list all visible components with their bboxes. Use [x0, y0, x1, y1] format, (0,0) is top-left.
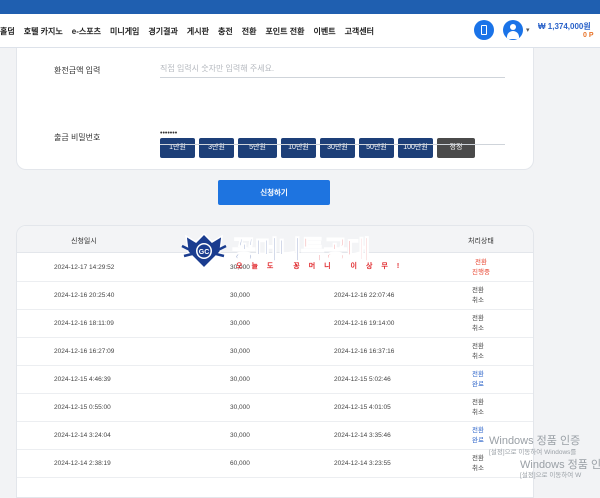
- chevron-down-icon[interactable]: ▾: [526, 26, 530, 34]
- cell-amount: 30,000: [230, 320, 250, 327]
- cell-amount: 30,000: [230, 432, 250, 439]
- cell-requested: 2024-12-14 3:24:04: [54, 432, 111, 439]
- top-bar: [0, 0, 600, 14]
- nav-item[interactable]: 게시판: [187, 26, 209, 37]
- table-row: 2024-12-15 0:55:00 30,000 2024-12-15 4:01:…: [17, 394, 533, 422]
- table-row: 2024-12-14 3:24:04 30,000 2024-12-14 3:35:…: [17, 422, 533, 450]
- cell-status: 전환취소: [472, 314, 484, 334]
- cell-requested: 2024-12-14 2:38:19: [54, 460, 111, 467]
- status-badge: 취소: [472, 409, 484, 416]
- status-type: 전환: [472, 427, 484, 434]
- status-badge: 취소: [472, 465, 484, 472]
- table-row: 2024-12-16 20:25:40 30,000 2024-12-16 22:0…: [17, 282, 533, 310]
- cell-status: 전환취소: [472, 342, 484, 362]
- logo-tagline: 오늘도 꽁머니 이상무!: [236, 263, 409, 270]
- nav-item[interactable]: 전환: [242, 26, 257, 37]
- activation-watermark-text-2: [설정]으로 이동하여 W: [520, 472, 582, 479]
- table-row: 2024-12-16 16:27:09 30,000 2024-12-16 16:3…: [17, 338, 533, 366]
- nav-menu: 홀덤 호텔 카지노 e-스포츠 미니게임 경기결과 게시판 충전 전환 포인트 전환 이벤트 고객센…: [0, 14, 383, 48]
- nav-item[interactable]: 충전: [218, 26, 233, 37]
- user-avatar-icon[interactable]: [503, 20, 523, 40]
- cell-requested: 2024-12-17 14:29:52: [54, 264, 115, 271]
- submit-button[interactable]: 신청하기: [218, 180, 330, 205]
- status-badge: 취소: [472, 353, 484, 360]
- status-type: 전환: [472, 287, 484, 294]
- cell-requested: 2024-12-16 16:27:09: [54, 348, 115, 355]
- table-row: 2024-12-15 4:46:39 30,000 2024-12-15 5:02:…: [17, 366, 533, 394]
- cell-amount: 30,000: [230, 376, 250, 383]
- status-badge: 완료: [472, 381, 484, 388]
- cell-requested: 2024-12-15 4:46:39: [54, 376, 111, 383]
- status-type: 전환: [472, 315, 484, 322]
- cell-processed: 2024-12-14 3:23:55: [334, 460, 391, 467]
- cell-amount: 60,000: [230, 460, 250, 467]
- site-logo: GC 꽁머니특공대 오늘도 꽁머니 이상무!: [180, 230, 420, 274]
- nav-item[interactable]: 미니게임: [110, 26, 139, 37]
- cell-status: 전환취소: [472, 398, 484, 418]
- shield-emblem-icon: GC: [181, 232, 227, 270]
- header-status: 처리상태: [468, 238, 494, 245]
- cell-requested: 2024-12-16 20:25:40: [54, 292, 115, 299]
- status-badge: 진행중: [472, 269, 490, 276]
- amount-input[interactable]: 직접 입력시 숫자만 입력해 주세요.: [160, 63, 505, 78]
- status-type: 전환: [472, 399, 484, 406]
- cell-requested: 2024-12-15 0:55:00: [54, 404, 111, 411]
- cell-status: 전환진행중: [472, 258, 490, 278]
- nav-item[interactable]: e-스포츠: [72, 26, 101, 37]
- status-badge: 취소: [472, 325, 484, 332]
- nav-item[interactable]: 고객센터: [345, 26, 374, 37]
- phone-icon[interactable]: [474, 20, 494, 40]
- cell-amount: 30,000: [230, 404, 250, 411]
- table-row: 2024-12-16 18:11:09 30,000 2024-12-16 19:1…: [17, 310, 533, 338]
- nav-item[interactable]: 경기결과: [148, 26, 177, 37]
- activation-watermark-text: [설정]으로 이동하여 Windows를: [489, 449, 577, 456]
- status-type: 전환: [472, 455, 484, 462]
- status-type: 전환: [472, 343, 484, 350]
- amount-label: 환전금액 입력: [54, 66, 101, 75]
- cell-status: 전환취소: [472, 454, 484, 474]
- main-navigation: 홀덤 호텔 카지노 e-스포츠 미니게임 경기결과 게시판 충전 전환 포인트 전환 이벤트 고객센…: [0, 14, 600, 48]
- cell-processed: 2024-12-16 16:37:16: [334, 348, 395, 355]
- cell-amount: 30,000: [230, 348, 250, 355]
- cell-processed: 2024-12-15 4:01:05: [334, 404, 391, 411]
- cell-status: 전환완료: [472, 426, 484, 446]
- exchange-form: 환전금액 입력 직접 입력시 숫자만 입력해 주세요. 1만원 3만원 5만원 10만…: [16, 48, 534, 170]
- cell-status: 전환완료: [472, 370, 484, 390]
- table-row: 2024-12-14 2:38:19 60,000 2024-12-14 3:23:…: [17, 450, 533, 478]
- cell-processed: 2024-12-15 5:02:46: [334, 376, 391, 383]
- header-requested: 신청일시: [71, 238, 97, 245]
- password-label: 출금 비밀번호: [54, 133, 101, 142]
- balance-display: ₩ 1,374,000원: [538, 22, 591, 31]
- nav-item[interactable]: 호텔 카지노: [24, 26, 63, 37]
- nav-item[interactable]: 홀덤: [0, 26, 15, 37]
- cell-requested: 2024-12-16 18:11:09: [54, 320, 114, 327]
- status-badge: 완료: [472, 437, 484, 444]
- status-type: 전환: [474, 259, 487, 266]
- logo-badge: GC: [199, 249, 210, 256]
- cell-processed: 2024-12-16 19:14:00: [334, 320, 395, 327]
- cell-status: 전환취소: [472, 286, 484, 306]
- status-badge: 취소: [472, 297, 484, 304]
- status-type: 전환: [472, 371, 484, 378]
- points-display: 0 P: [583, 32, 594, 39]
- password-input[interactable]: •••••••: [160, 130, 505, 145]
- nav-item[interactable]: 포인트 전환: [265, 26, 304, 37]
- nav-item[interactable]: 이벤트: [313, 26, 335, 37]
- cell-processed: 2024-12-16 22:07:46: [334, 292, 395, 299]
- cell-processed: 2024-12-14 3:35:46: [334, 432, 391, 439]
- cell-amount: 30,000: [230, 292, 250, 299]
